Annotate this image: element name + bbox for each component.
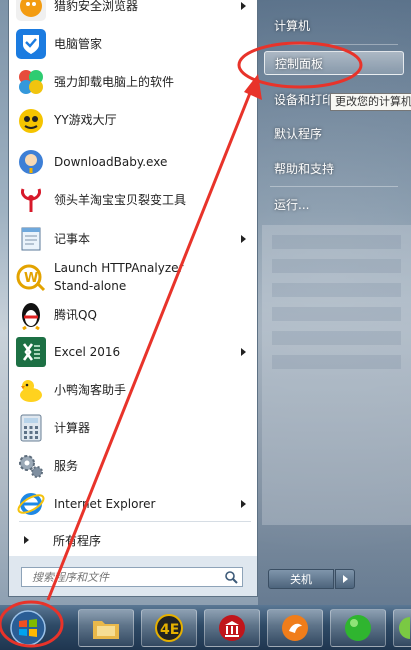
orange-cheetah-icon bbox=[282, 615, 308, 641]
program-label: Internet Explorer bbox=[54, 497, 156, 511]
partial-app-icon bbox=[398, 617, 410, 639]
tencent-pc-manager-icon bbox=[16, 29, 46, 59]
start-menu-places-panel: 计算机 控制面板 设备和打印 默认程序 帮助和支持 运行... bbox=[258, 0, 411, 605]
program-item-cheetah-browser[interactable]: 猎豹安全浏览器 bbox=[12, 0, 256, 24]
notepad-icon bbox=[16, 224, 46, 254]
download-baby-icon bbox=[16, 147, 46, 177]
submenu-arrow-icon[interactable] bbox=[241, 500, 246, 508]
shutdown-button[interactable]: 关机 bbox=[268, 569, 334, 589]
duck-icon bbox=[16, 375, 46, 405]
taskbar-cheetah-app[interactable] bbox=[267, 609, 323, 647]
program-item-duck[interactable]: 小鸭淘客助手 bbox=[12, 372, 256, 408]
internet-explorer-icon bbox=[16, 489, 46, 519]
calculator-icon bbox=[16, 413, 46, 443]
program-label: 猎豹安全浏览器 bbox=[54, 0, 139, 13]
all-programs-label: 所有程序 bbox=[53, 533, 102, 548]
program-label: 小鸭淘客助手 bbox=[54, 383, 127, 397]
program-item-pc-manager[interactable]: 电脑管家 bbox=[12, 26, 256, 62]
program-item-downloadbaby[interactable]: DownloadBaby.exe bbox=[12, 144, 256, 180]
taskbar-green-app[interactable] bbox=[330, 609, 386, 647]
httpanalyzer-icon: W bbox=[16, 262, 46, 292]
4e-app-icon: 4E bbox=[155, 614, 183, 642]
qq-penguin-icon bbox=[16, 300, 46, 330]
program-label: 领头羊淘宝宝贝裂变工具 bbox=[54, 193, 187, 207]
shutdown-options-arrow-icon[interactable] bbox=[335, 569, 355, 589]
program-label-line2: Stand-alone bbox=[54, 279, 127, 293]
program-item-internet-explorer[interactable]: Internet Explorer bbox=[12, 486, 256, 522]
program-label: Launch HTTPAnalyzer Stand-alone bbox=[54, 259, 183, 295]
taskbar: 4E bbox=[0, 605, 411, 650]
tooltip: 更改您的计算机 bbox=[330, 93, 411, 111]
program-item-ram-tool[interactable]: 领头羊淘宝宝贝裂变工具 bbox=[12, 182, 256, 218]
cheetah-browser-icon bbox=[16, 0, 46, 21]
program-label-line1: Launch HTTPAnalyzer bbox=[54, 261, 184, 275]
program-label: 服务 bbox=[54, 459, 79, 473]
program-label: 计算器 bbox=[54, 421, 91, 435]
all-programs-button[interactable]: 所有程序 bbox=[12, 528, 256, 552]
program-label: 记事本 bbox=[54, 232, 91, 246]
program-item-excel[interactable]: Excel 2016 bbox=[12, 334, 256, 370]
divider bbox=[270, 186, 398, 187]
taskbar-partial-app[interactable] bbox=[393, 609, 411, 647]
program-item-uninstaller[interactable]: 强力卸载电脑上的软件 bbox=[12, 64, 256, 100]
submenu-arrow-icon[interactable] bbox=[241, 2, 246, 10]
uninstaller-icon bbox=[16, 67, 46, 97]
windows-start-orb-icon[interactable] bbox=[5, 608, 51, 648]
search-icon[interactable] bbox=[224, 570, 238, 584]
menu-item-control-panel[interactable]: 控制面板 bbox=[264, 51, 404, 75]
program-label: 强力卸载电脑上的软件 bbox=[54, 75, 175, 89]
program-label: 电脑管家 bbox=[54, 37, 103, 51]
program-item-calculator[interactable]: 计算器 bbox=[12, 410, 256, 446]
program-item-yy-game[interactable]: YY游戏大厅 bbox=[12, 102, 256, 138]
menu-item-default-programs[interactable]: 默认程序 bbox=[264, 122, 404, 146]
submenu-arrow-icon[interactable] bbox=[241, 235, 246, 243]
menu-item-computer[interactable]: 计算机 bbox=[264, 14, 404, 38]
menu-item-help-support[interactable]: 帮助和支持 bbox=[264, 157, 404, 181]
menu-item-run[interactable]: 运行... bbox=[264, 193, 404, 217]
red-building-icon bbox=[219, 615, 245, 641]
program-item-services[interactable]: 服务 bbox=[12, 448, 256, 484]
program-item-notepad[interactable]: 记事本 bbox=[12, 221, 256, 257]
green-ball-icon bbox=[345, 615, 371, 641]
program-label: DownloadBaby.exe bbox=[54, 155, 168, 169]
search-box[interactable] bbox=[21, 567, 243, 587]
excel-icon bbox=[16, 337, 46, 367]
start-menu-programs-panel: 猎豹安全浏览器 电脑管家 强力卸载电脑上的软件 YY游戏大厅 DownloadB… bbox=[8, 0, 258, 597]
taskbar-4e-app[interactable]: 4E bbox=[141, 609, 197, 647]
program-item-httpanalyzer[interactable]: W Launch HTTPAnalyzer Stand-alone bbox=[12, 255, 256, 299]
divider bbox=[19, 521, 251, 522]
svg-text:4E: 4E bbox=[160, 622, 179, 638]
expand-arrow-icon bbox=[24, 536, 29, 544]
submenu-arrow-icon[interactable] bbox=[241, 348, 246, 356]
search-input[interactable] bbox=[30, 569, 224, 585]
program-item-qq[interactable]: 腾讯QQ bbox=[12, 297, 256, 333]
taskbar-file-explorer[interactable] bbox=[78, 609, 134, 647]
search-area bbox=[9, 556, 257, 596]
program-label: 腾讯QQ bbox=[54, 308, 97, 322]
file-explorer-icon bbox=[93, 621, 119, 639]
program-label: YY游戏大厅 bbox=[54, 113, 117, 127]
program-label: Excel 2016 bbox=[54, 345, 121, 359]
yy-game-icon bbox=[16, 105, 46, 135]
taskbar-red-app[interactable] bbox=[204, 609, 260, 647]
divider bbox=[270, 44, 398, 45]
svg-text:W: W bbox=[24, 271, 38, 286]
services-gear-icon bbox=[16, 451, 46, 481]
ram-tool-icon bbox=[16, 185, 46, 215]
